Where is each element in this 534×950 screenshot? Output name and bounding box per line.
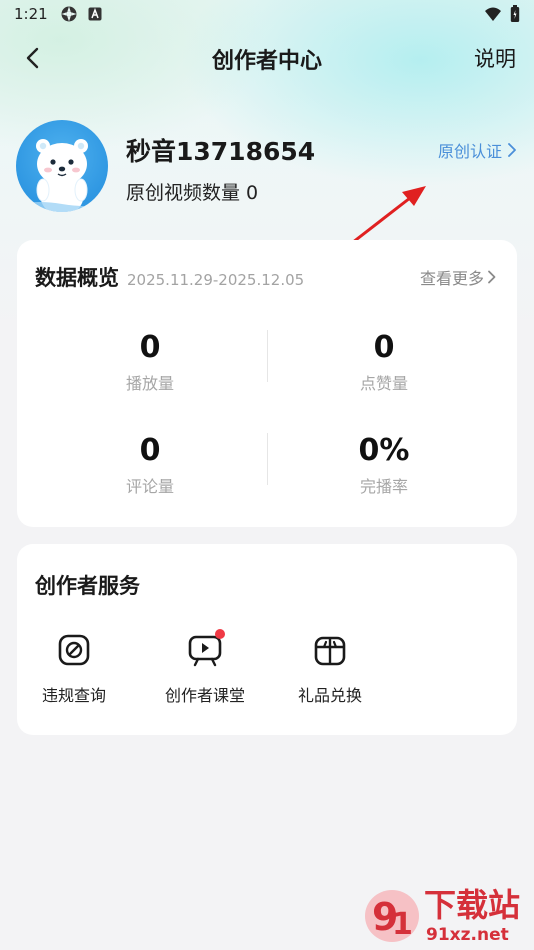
profile-section: 秒音13718654 原创视频数量 0 原创认证 <box>16 118 518 214</box>
nav-bar: 创作者中心 说明 <box>0 38 534 78</box>
settings-icon <box>61 6 77 22</box>
data-overview-card: 数据概览 2025.11.29-2025.12.05 查看更多 0 播放量 0 … <box>17 240 517 527</box>
status-bar: 1:21 <box>0 0 534 28</box>
service-creator-class[interactable]: 创作者课堂 <box>150 629 260 706</box>
watermark-title: 下载站 <box>424 886 520 924</box>
stat-likes-value: 0 <box>373 330 395 365</box>
stat-plays[interactable]: 0 播放量 <box>25 330 275 394</box>
stat-likes[interactable]: 0 点赞量 <box>259 330 509 394</box>
service-violation-query[interactable]: 违规查询 <box>19 632 129 706</box>
battery-icon <box>510 5 520 22</box>
creator-services-card: 创作者服务 违规查询 创作者课堂 礼品兑换 <box>17 544 517 735</box>
a-badge-icon <box>88 7 102 21</box>
overview-header: 数据概览 2025.11.29-2025.12.05 <box>35 262 304 292</box>
view-more-label: 查看更多 <box>419 269 484 288</box>
gift-icon <box>314 636 346 666</box>
stat-comments-value: 0 <box>139 433 161 468</box>
chevron-right-icon <box>488 270 496 284</box>
polar-bear-icon <box>16 139 108 212</box>
stat-completion-label: 完播率 <box>359 477 408 496</box>
overview-date-range: 2025.11.29-2025.12.05 <box>127 271 305 289</box>
stat-comments-label: 评论量 <box>125 477 174 496</box>
chevron-right-icon <box>508 143 516 157</box>
stat-completion-value: 0% <box>358 433 410 468</box>
stat-completion-rate[interactable]: 0% 完播率 <box>259 433 509 497</box>
stat-plays-value: 0 <box>139 330 161 365</box>
video-count: 原创视频数量 0 <box>126 178 258 205</box>
overview-title: 数据概览 <box>35 266 119 290</box>
watermark-url: 91xz.net <box>426 925 509 945</box>
stat-likes-label: 点赞量 <box>359 374 408 393</box>
help-button[interactable]: 说明 <box>474 43 516 73</box>
certify-label: 原创认证 <box>437 142 502 161</box>
video-count-label: 原创视频数量 <box>126 182 241 204</box>
avatar[interactable] <box>16 120 108 212</box>
notification-dot <box>215 629 225 639</box>
service-label: 创作者课堂 <box>164 686 245 705</box>
video-count-value: 0 <box>246 182 259 204</box>
view-more-link[interactable]: 查看更多 <box>420 265 497 289</box>
original-certify-link[interactable]: 原创认证 <box>438 138 518 162</box>
stat-comments[interactable]: 0 评论量 <box>25 433 275 497</box>
watermark-logo: 9 1 下载站 91xz.net <box>365 886 520 945</box>
wifi-icon <box>485 7 501 21</box>
svg-text:1: 1 <box>392 907 413 942</box>
prohibited-icon <box>58 634 90 666</box>
service-gift-exchange[interactable]: 礼品兑换 <box>275 632 385 706</box>
page-title: 创作者中心 <box>211 49 322 74</box>
status-time: 1:21 <box>14 5 48 23</box>
stat-plays-label: 播放量 <box>125 374 174 393</box>
service-label: 礼品兑换 <box>297 686 362 705</box>
service-label: 违规查询 <box>41 686 106 705</box>
username: 秒音13718654 <box>126 137 316 166</box>
services-title: 创作者服务 <box>35 574 140 598</box>
